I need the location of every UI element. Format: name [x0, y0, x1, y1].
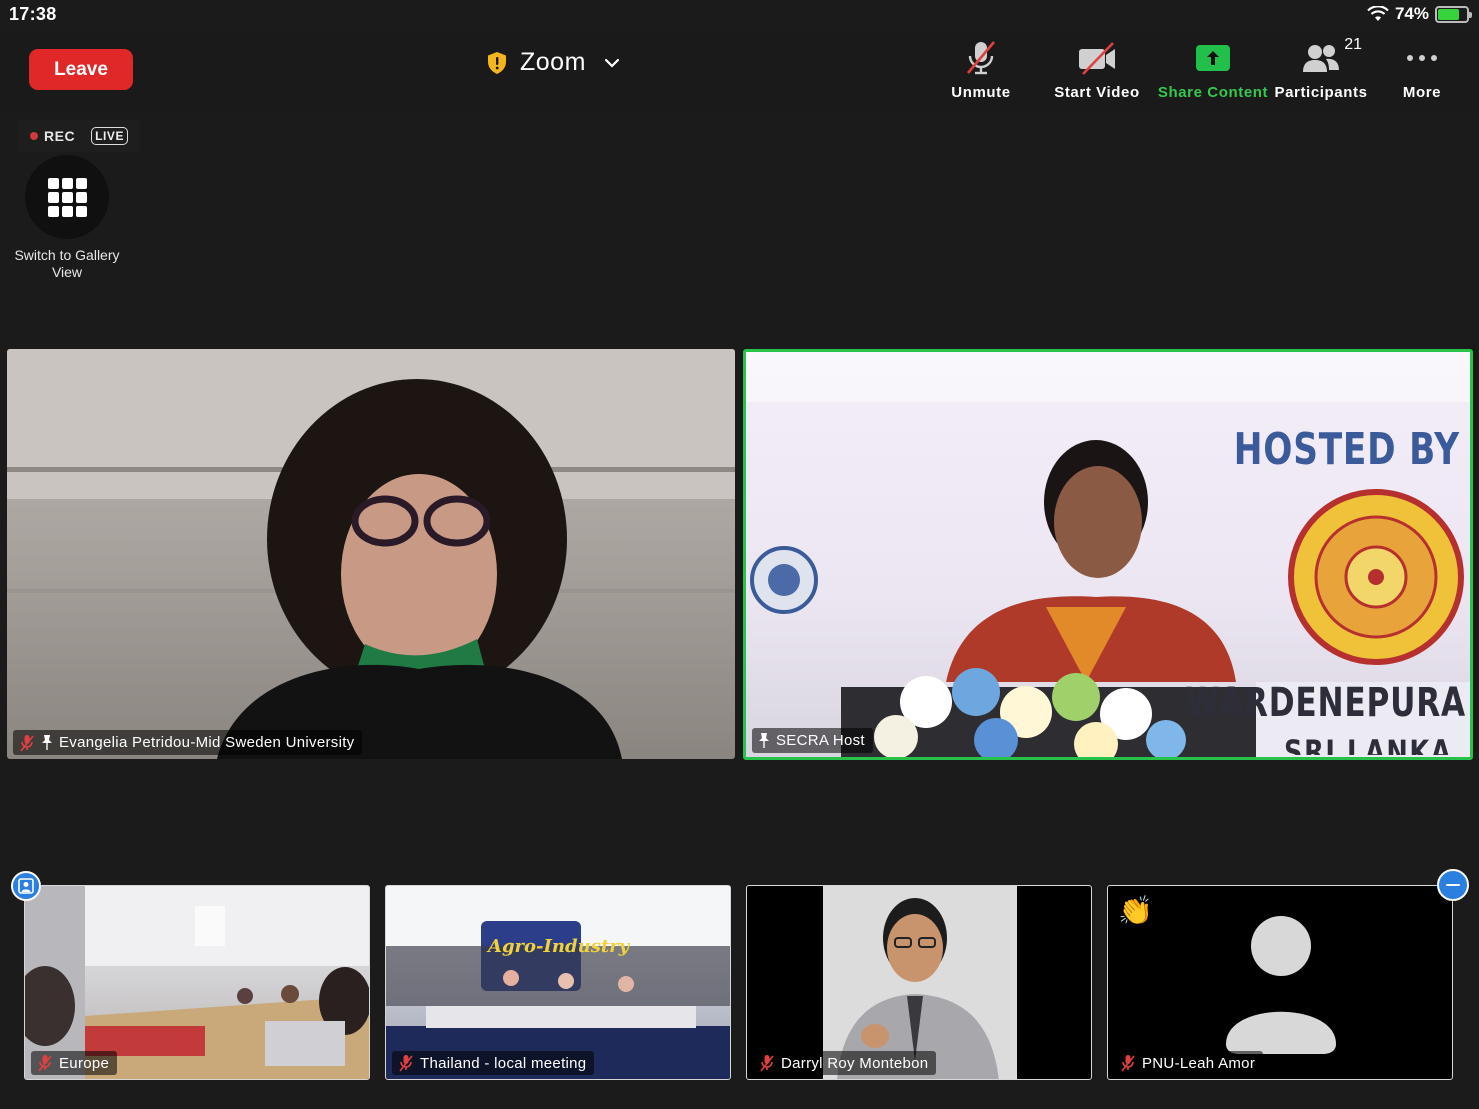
unmute-label: Unmute: [951, 84, 1011, 101]
participants-count: 21: [1344, 36, 1362, 53]
grid-icon: [47, 177, 87, 217]
battery-fill: [1438, 8, 1459, 20]
stage-banner-university: WARDENEPURA: [1185, 680, 1466, 726]
minus-icon: [1446, 883, 1460, 887]
share-icon: [1196, 45, 1230, 71]
live-badge: LIVE: [91, 127, 129, 145]
status-right: 74%: [1367, 4, 1472, 24]
spotlight-badge[interactable]: [11, 871, 41, 901]
mic-muted-icon: [1121, 1055, 1135, 1072]
participant-name-label: Evangelia Petridou-Mid Sweden University: [13, 730, 363, 755]
video-off-icon: [1079, 42, 1115, 75]
person-frame-icon: [18, 878, 34, 894]
rec-dot-icon: [30, 132, 38, 140]
pin-icon: [42, 735, 52, 750]
participant-name-label: Europe: [31, 1051, 118, 1075]
participant-name-label: Thailand - local meeting: [392, 1051, 595, 1075]
participant-name: Evangelia Petridou-Mid Sweden University: [59, 734, 355, 751]
pin-icon: [759, 733, 769, 748]
chevron-down-icon: [604, 58, 620, 68]
thumbnail-tile-thailand[interactable]: Agro-Industry Thailand - local meeting: [385, 885, 731, 1080]
mic-muted-icon: [20, 734, 34, 751]
participant-name-label: PNU-Leah Amor: [1114, 1051, 1264, 1075]
battery-percent: 74%: [1394, 4, 1429, 23]
switch-gallery-button[interactable]: [25, 155, 109, 239]
recording-indicator[interactable]: REC LIVE: [18, 120, 140, 152]
share-content-label: Share Content: [1157, 84, 1269, 101]
status-time: 17:38: [9, 4, 57, 24]
participant-name: Darryl Roy Montebon: [781, 1054, 929, 1072]
rec-label: REC: [44, 128, 76, 144]
start-video-label: Start Video: [1054, 84, 1140, 101]
participant-name-label: SECRA Host: [752, 728, 873, 753]
participant-name: PNU-Leah Amor: [1142, 1054, 1256, 1072]
participants-label: Participants: [1274, 84, 1368, 101]
participants-button[interactable]: 21 Participants: [1266, 36, 1376, 101]
ellipsis-icon: [1407, 55, 1437, 61]
meeting-title[interactable]: Zoom: [486, 48, 620, 77]
participant-name: SECRA Host: [776, 732, 865, 749]
participants-icon: [1303, 45, 1339, 72]
minimize-thumbnails-button[interactable]: [1437, 869, 1469, 901]
thumbnail-tile-darryl[interactable]: Darryl Roy Montebon: [746, 885, 1092, 1080]
speaker-video-feed: [7, 349, 735, 759]
start-video-button[interactable]: Start Video: [1042, 38, 1152, 101]
shield-icon: [488, 51, 506, 74]
participant-name: Europe: [59, 1054, 110, 1072]
video-tile-speaker[interactable]: Evangelia Petridou-Mid Sweden University: [7, 349, 735, 759]
participant-name-label: Darryl Roy Montebon: [753, 1051, 937, 1075]
stage-banner-hosted-by: HOSTED BY: [1233, 424, 1460, 475]
thumbnail-tile-leah[interactable]: 👏 PNU-Leah Amor: [1107, 885, 1453, 1080]
mic-muted-icon: [967, 41, 995, 75]
more-button[interactable]: More: [1367, 38, 1477, 101]
meeting-title-text: Zoom: [520, 48, 586, 76]
video-tile-host[interactable]: HOSTED BY WARDENEPURA SRI LANKA SECRA Ho…: [743, 349, 1473, 760]
switch-gallery-label: Switch to Gallery View: [14, 247, 120, 280]
thumbnail-tile-europe[interactable]: Europe: [24, 885, 370, 1080]
share-content-button[interactable]: Share Content: [1158, 38, 1268, 101]
mic-muted-icon: [399, 1055, 413, 1072]
more-label: More: [1402, 84, 1442, 101]
battery-icon: [1435, 5, 1472, 23]
stage-banner-country: SRI LANKA: [1283, 733, 1452, 755]
meeting-toolbar: Leave Zoom Unmute Start Video Share Cont…: [0, 30, 1479, 110]
leave-button[interactable]: Leave: [29, 49, 133, 90]
unmute-button[interactable]: Unmute: [926, 38, 1036, 101]
mic-muted-icon: [760, 1055, 774, 1072]
agro-industry-banner: Agro-Industry: [488, 936, 630, 957]
participant-name: Thailand - local meeting: [420, 1054, 587, 1072]
mic-muted-icon: [38, 1055, 52, 1072]
wifi-icon: [1367, 6, 1389, 21]
